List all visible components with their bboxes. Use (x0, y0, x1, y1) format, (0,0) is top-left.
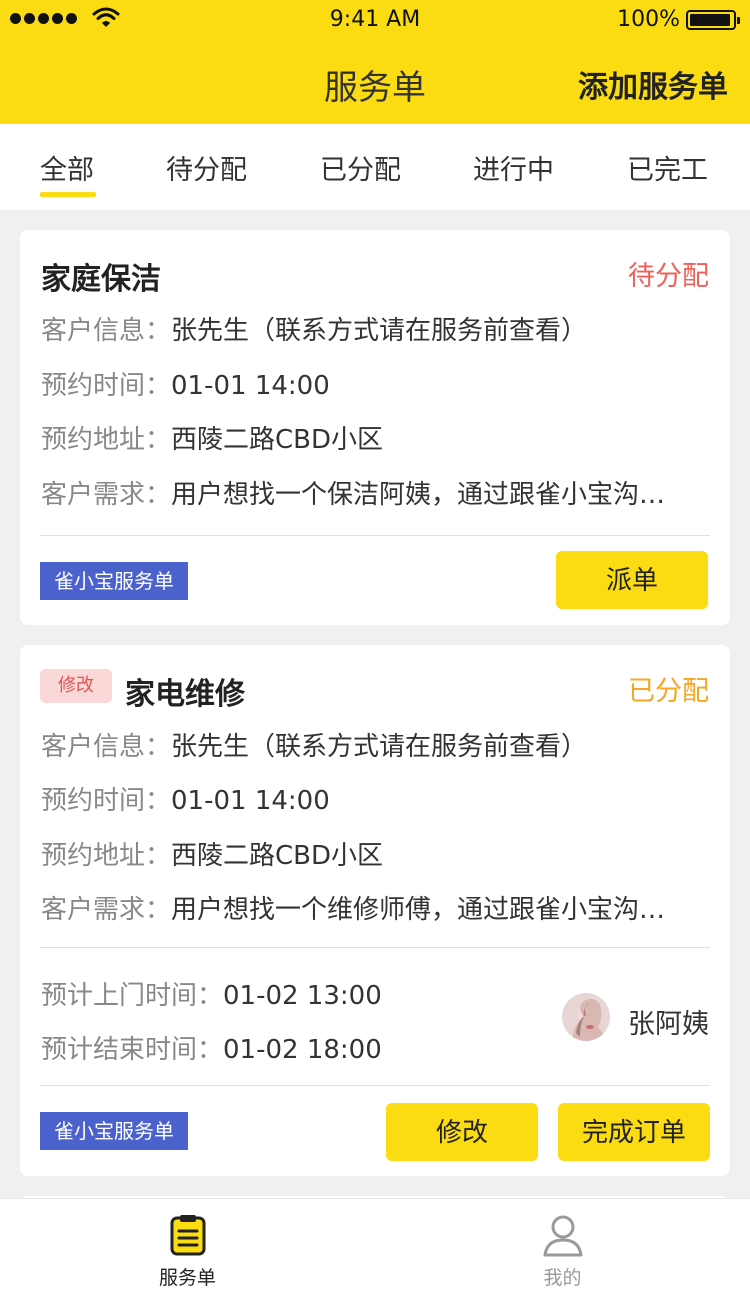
source-badge: 雀小宝服务单 (40, 1112, 188, 1150)
dispatch-button[interactable]: 派单 (556, 551, 708, 609)
customer-info-row: 客户信息：张先生（联系方式请在服务前查看） (41, 726, 587, 763)
requirement-row: 客户需求：用户想找一个维修师傅，通过跟雀小宝沟… (41, 889, 665, 926)
user-icon (543, 1215, 582, 1257)
order-card[interactable]: 修改 家电维修 已分配 客户信息：张先生（联系方式请在服务前查看） 预约时间：0… (20, 645, 730, 1176)
row-value: 张先生（联系方式请在服务前查看） (171, 732, 588, 762)
order-card[interactable]: 家庭保洁 待分配 客户信息：张先生（联系方式请在服务前查看） 预约时间：01-0… (20, 230, 730, 625)
row-label: 预计结束时间： (41, 1035, 224, 1065)
divider (40, 947, 710, 948)
modified-tag: 修改 (40, 669, 112, 703)
row-label: 客户需求： (41, 895, 172, 925)
row-value: 张先生（联系方式请在服务前查看） (171, 316, 588, 346)
row-label: 客户需求： (41, 480, 172, 510)
row-value: 西陵二路CBD小区 (171, 841, 384, 871)
tab-in-progress[interactable]: 进行中 (473, 148, 554, 187)
clipboard-icon (170, 1215, 205, 1256)
app-header: 9:41 AM 100% 服务单 添加服务单 (0, 0, 750, 124)
row-label: 预约地址： (41, 841, 172, 871)
appointment-time-row: 预约时间：01-01 14:00 (41, 780, 330, 817)
row-label: 预约地址： (41, 425, 172, 455)
requirement-row: 客户需求：用户想找一个保洁阿姨，通过跟雀小宝沟… (41, 474, 665, 511)
row-label: 预计上门时间： (41, 981, 224, 1011)
order-title: 家电维修 (125, 677, 245, 712)
tab-completed[interactable]: 已完工 (627, 148, 708, 187)
tabbar-profile[interactable]: 我的 (375, 1199, 750, 1295)
worker-avatar (562, 993, 610, 1041)
add-order-button[interactable]: 添加服务单 (578, 62, 728, 106)
eta-start-row: 预计上门时间：01-02 13:00 (41, 975, 382, 1012)
tab-active-indicator (40, 192, 96, 197)
row-value: 用户想找一个维修师傅，通过跟雀小宝沟… (171, 895, 666, 925)
battery-icon (686, 10, 740, 30)
battery-percent: 100% (617, 7, 680, 32)
order-status: 待分配 (628, 261, 709, 292)
row-value: 01-01 14:00 (171, 371, 330, 401)
tabbar-label: 我的 (543, 1267, 582, 1289)
edit-button[interactable]: 修改 (386, 1103, 538, 1161)
tabbar-label: 服务单 (158, 1267, 216, 1289)
complete-order-button[interactable]: 完成订单 (558, 1103, 710, 1161)
tab-pending[interactable]: 待分配 (166, 148, 247, 187)
row-label: 客户信息： (41, 732, 172, 762)
tab-assigned[interactable]: 已分配 (320, 148, 401, 187)
row-value: 01-01 14:00 (171, 786, 330, 816)
customer-info-row: 客户信息：张先生（联系方式请在服务前查看） (41, 310, 587, 347)
row-label: 预约时间： (41, 786, 172, 816)
divider (40, 1085, 710, 1086)
worker-name: 张阿姨 (628, 1009, 709, 1040)
row-value: 01-02 13:00 (223, 981, 382, 1011)
row-label: 客户信息： (41, 316, 172, 346)
order-title: 家庭保洁 (41, 262, 161, 297)
row-value: 用户想找一个保洁阿姨，通过跟雀小宝沟… (171, 480, 666, 510)
tab-all[interactable]: 全部 (40, 148, 94, 187)
row-value: 西陵二路CBD小区 (171, 425, 384, 455)
eta-end-row: 预计结束时间：01-02 18:00 (41, 1029, 382, 1066)
bottom-tab-bar: 服务单 我的 (0, 1198, 750, 1295)
divider (40, 535, 710, 536)
filter-tabs: 全部 待分配 已分配 进行中 已完工 (0, 124, 750, 210)
status-bar: 9:41 AM 100% (0, 0, 750, 40)
address-row: 预约地址：西陵二路CBD小区 (41, 419, 383, 456)
row-label: 预约时间： (41, 371, 172, 401)
tabbar-orders[interactable]: 服务单 (0, 1199, 375, 1295)
row-value: 01-02 18:00 (223, 1035, 382, 1065)
source-badge: 雀小宝服务单 (40, 562, 188, 600)
order-status: 已分配 (628, 676, 709, 707)
address-row: 预约地址：西陵二路CBD小区 (41, 835, 383, 872)
appointment-time-row: 预约时间：01-01 14:00 (41, 365, 330, 402)
